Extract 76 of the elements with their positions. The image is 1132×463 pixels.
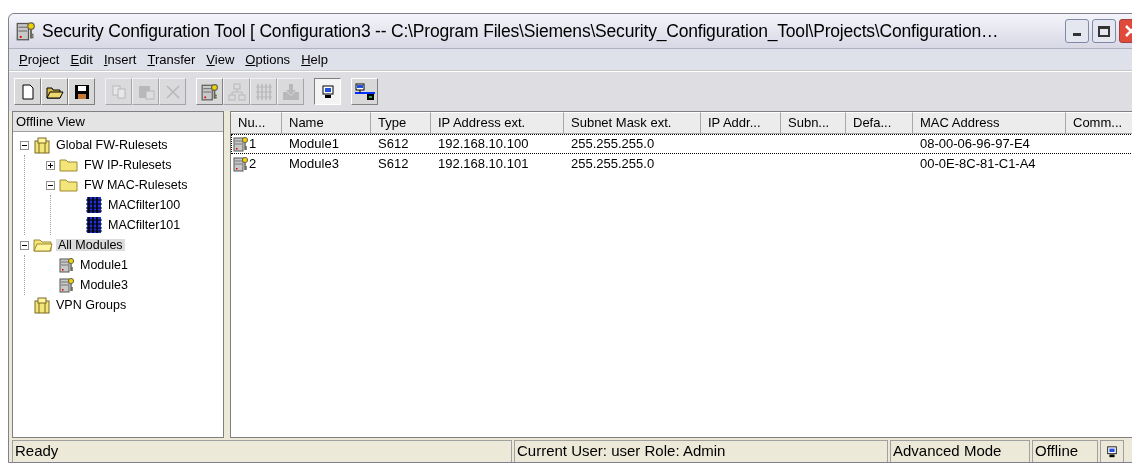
table-cell-text: Module3 xyxy=(289,155,339,174)
status-panel: Advanced Mode xyxy=(890,440,1030,462)
computer-icon xyxy=(1106,444,1118,459)
table-cell-text: 00-0E-8C-81-C1-A4 xyxy=(920,155,1036,174)
status-panel: Ready xyxy=(12,440,512,462)
table-cell-text: 192.168.10.100 xyxy=(438,135,529,154)
new-file-icon xyxy=(19,83,36,100)
expand-toggle[interactable] xyxy=(46,160,55,170)
status-panel: Current User: user Role: Admin xyxy=(514,440,888,462)
menu-item[interactable]: View xyxy=(201,49,240,70)
table-cell-text: 255.255.255.0 xyxy=(571,135,655,154)
open-folder-icon xyxy=(33,237,53,253)
menu-item[interactable]: Options xyxy=(240,49,296,70)
delete-icon xyxy=(164,83,181,100)
menu-item[interactable]: Transfer xyxy=(142,49,201,70)
column-header[interactable]: Defa... xyxy=(846,112,913,134)
server-key-icon xyxy=(16,21,36,41)
column-header[interactable]: Nu... xyxy=(231,112,282,134)
table-cell-text: S612 xyxy=(378,135,409,154)
tree-item[interactable]: MACfilter101 xyxy=(106,218,183,232)
menu-item[interactable]: Edit xyxy=(65,49,98,70)
computer-icon xyxy=(320,83,335,100)
table-cell-text: S612 xyxy=(378,155,409,174)
network-icon xyxy=(353,82,376,101)
server-key-icon xyxy=(233,136,249,152)
tree-item[interactable]: VPN Groups xyxy=(54,298,129,312)
column-header[interactable]: Name xyxy=(282,112,371,134)
table-row[interactable]: 2 Module3 S612 192.168.10.101 255.255.255.0 00-0E-8C-81-C1-A4 xyxy=(231,154,1132,174)
folder-stack-icon xyxy=(33,296,51,314)
table-cell-text: 255.255.255.0 xyxy=(571,155,655,174)
hierarchy-icon xyxy=(227,82,246,101)
table-cell-text: 192.168.10.101 xyxy=(438,155,529,174)
column-header[interactable]: Subnet Mask ext. xyxy=(564,112,701,134)
tree-item[interactable]: All Modules xyxy=(56,238,125,252)
tree-item[interactable]: Module1 xyxy=(78,258,130,272)
tree-item[interactable]: MACfilter100 xyxy=(106,198,183,212)
server-key-icon xyxy=(59,277,75,293)
column-header[interactable]: MAC Address xyxy=(913,112,1066,134)
table-cell-text: 2 xyxy=(249,155,257,174)
download-icon xyxy=(281,82,300,101)
window-title: Security Configuration Tool [ Configuration3 -- C:\Program Files\Siemens\Security_Configuration_Tool\Projects\Configuration… xyxy=(42,19,999,44)
toolbar-button[interactable] xyxy=(314,78,341,105)
menu-item[interactable]: Help xyxy=(296,49,333,70)
server-key-icon xyxy=(200,82,219,101)
server-key-icon xyxy=(233,156,249,172)
grid-filter-icon xyxy=(85,216,103,234)
collapse-toggle[interactable] xyxy=(20,140,29,150)
table-cell-text: Module1 xyxy=(289,135,339,154)
column-header[interactable]: Comm... xyxy=(1066,112,1132,134)
tree-item[interactable]: Global FW-Rulesets xyxy=(54,138,170,152)
minimize-button[interactable] xyxy=(1065,19,1089,43)
menu-item[interactable]: Project xyxy=(14,49,65,70)
column-header[interactable]: IP Address ext. xyxy=(431,112,564,134)
tree-item[interactable]: FW IP-Rulesets xyxy=(82,158,174,172)
column-header[interactable]: Type xyxy=(371,112,431,134)
folder-icon xyxy=(59,157,79,173)
copy-icon xyxy=(110,83,127,100)
server-key-icon xyxy=(59,257,75,273)
table-cell-text: 1 xyxy=(249,135,257,154)
column-header[interactable]: Subn... xyxy=(781,112,846,134)
collapse-toggle[interactable] xyxy=(20,240,29,250)
folder-stack-icon xyxy=(33,136,51,154)
tree-item[interactable]: FW MAC-Rulesets xyxy=(82,178,190,192)
table-cell-text: 08-00-06-96-97-E4 xyxy=(920,135,1030,154)
grid-filter-icon xyxy=(254,82,273,101)
pane-header: Offline View xyxy=(13,112,223,132)
status-panel: Offline xyxy=(1032,440,1098,462)
folder-icon xyxy=(59,177,79,193)
menu-item[interactable]: Insert xyxy=(98,49,142,70)
maximize-button[interactable] xyxy=(1092,19,1116,43)
grid-filter-icon xyxy=(85,196,103,214)
tree-item[interactable]: Module3 xyxy=(78,278,130,292)
column-header[interactable]: IP Addr... xyxy=(701,112,781,134)
clipboard-icon xyxy=(136,83,155,100)
table-row[interactable]: 1 Module1 S612 192.168.10.100 255.255.255.0 08-00-06-96-97-E4 xyxy=(231,134,1132,154)
collapse-toggle[interactable] xyxy=(46,180,55,190)
